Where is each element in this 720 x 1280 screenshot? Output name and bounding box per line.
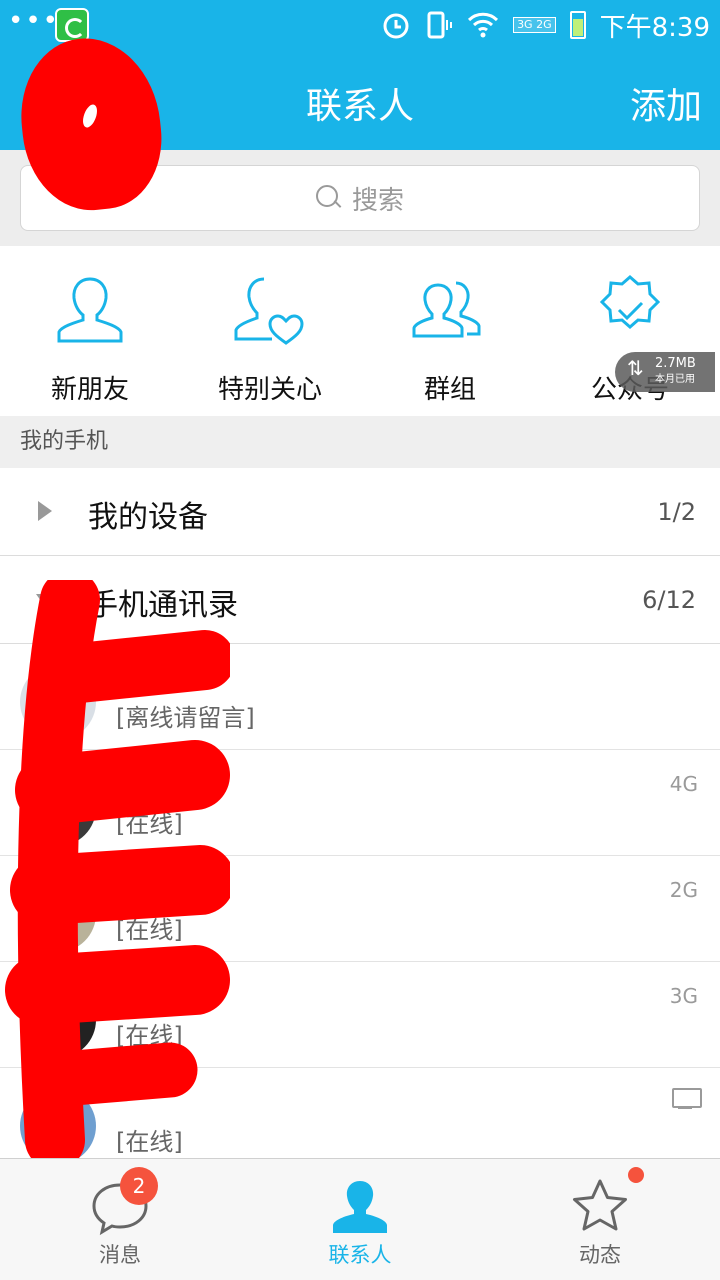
quick-item-new-friends[interactable]: 新朋友	[0, 271, 180, 406]
battery-icon	[569, 11, 586, 39]
group-name: 手机通讯录	[88, 588, 238, 623]
tab-label: 动态	[579, 1243, 621, 1267]
vibrate-icon	[427, 11, 453, 39]
contact-status: [离线请留言]	[116, 704, 255, 732]
person-icon	[333, 1181, 387, 1233]
avatar	[20, 1088, 96, 1164]
section-header: 我的手机	[0, 416, 720, 468]
traffic-sub-label: 本月已用	[655, 374, 695, 385]
contact-row[interactable]: [在线] 4G	[0, 750, 720, 856]
contact-row[interactable]: [离线请留言]	[0, 644, 720, 750]
traffic-monitor-chip[interactable]: 2.7MB 本月已用	[615, 352, 715, 392]
contact-row[interactable]: [在线]	[0, 1068, 720, 1164]
tab-contacts[interactable]: 联系人	[240, 1159, 480, 1280]
search-icon	[315, 185, 342, 211]
contact-row[interactable]: [在线] 3G	[0, 962, 720, 1068]
unread-badge: 2	[120, 1167, 158, 1205]
special-care-icon	[234, 277, 304, 345]
add-button[interactable]: 添加	[630, 77, 702, 129]
group-name: 我的设备	[88, 500, 208, 535]
avatar	[20, 876, 96, 952]
quick-item-special-care[interactable]: 特别关心	[180, 271, 360, 406]
group-row-phone-contacts[interactable]: 手机通讯录 6/12	[0, 556, 720, 644]
notification-dots: •••	[8, 6, 61, 36]
collapse-arrow-icon	[36, 594, 56, 608]
tab-messages[interactable]: 2 消息	[0, 1159, 240, 1280]
contact-status: [在线]	[116, 810, 183, 838]
star-icon	[573, 1179, 627, 1231]
group-icon	[412, 281, 481, 338]
tab-feed[interactable]: 动态	[480, 1159, 720, 1280]
tab-label: 消息	[99, 1243, 141, 1267]
contact-row[interactable]: [在线] 2G	[0, 856, 720, 962]
wifi-icon	[468, 12, 499, 38]
contact-status: [在线]	[116, 916, 183, 944]
contact-status: [在线]	[116, 1022, 183, 1050]
contact-status: [在线]	[116, 1128, 183, 1156]
quick-item-label: 新朋友	[50, 375, 129, 405]
status-icons: 3G 2G 下午8:39	[381, 6, 710, 44]
expand-arrow-icon	[38, 501, 52, 521]
alarm-icon	[383, 13, 409, 39]
official-account-icon	[599, 275, 661, 329]
new-activity-dot	[628, 1167, 644, 1183]
computer-icon	[672, 1088, 702, 1110]
status-time: 下午8:39	[599, 12, 710, 43]
group-count: 6/12	[642, 586, 696, 614]
quick-entries: 新朋友 特别关心 群组 公众号	[0, 246, 720, 416]
group-count: 1/2	[657, 498, 696, 526]
avatar	[20, 770, 96, 846]
group-row-my-devices[interactable]: 我的设备 1/2	[0, 468, 720, 556]
quick-item-label: 特别关心	[217, 375, 322, 405]
bottom-navigation: 2 消息 联系人 动态	[0, 1158, 720, 1280]
contact-network: 3G	[669, 984, 698, 1008]
quick-item-groups[interactable]: 群组	[360, 271, 540, 406]
app-notification-icon	[55, 8, 89, 42]
new-friend-icon	[57, 277, 123, 343]
search-placeholder: 搜索	[351, 185, 404, 216]
network-type-badge: 3G 2G	[513, 17, 556, 33]
avatar	[20, 664, 96, 740]
tab-label: 联系人	[328, 1243, 392, 1267]
quick-item-label: 群组	[423, 375, 476, 405]
avatar	[20, 982, 96, 1058]
traffic-value: 2.7MB	[655, 356, 696, 371]
contact-network: 2G	[669, 878, 698, 902]
contact-network: 4G	[669, 772, 698, 796]
